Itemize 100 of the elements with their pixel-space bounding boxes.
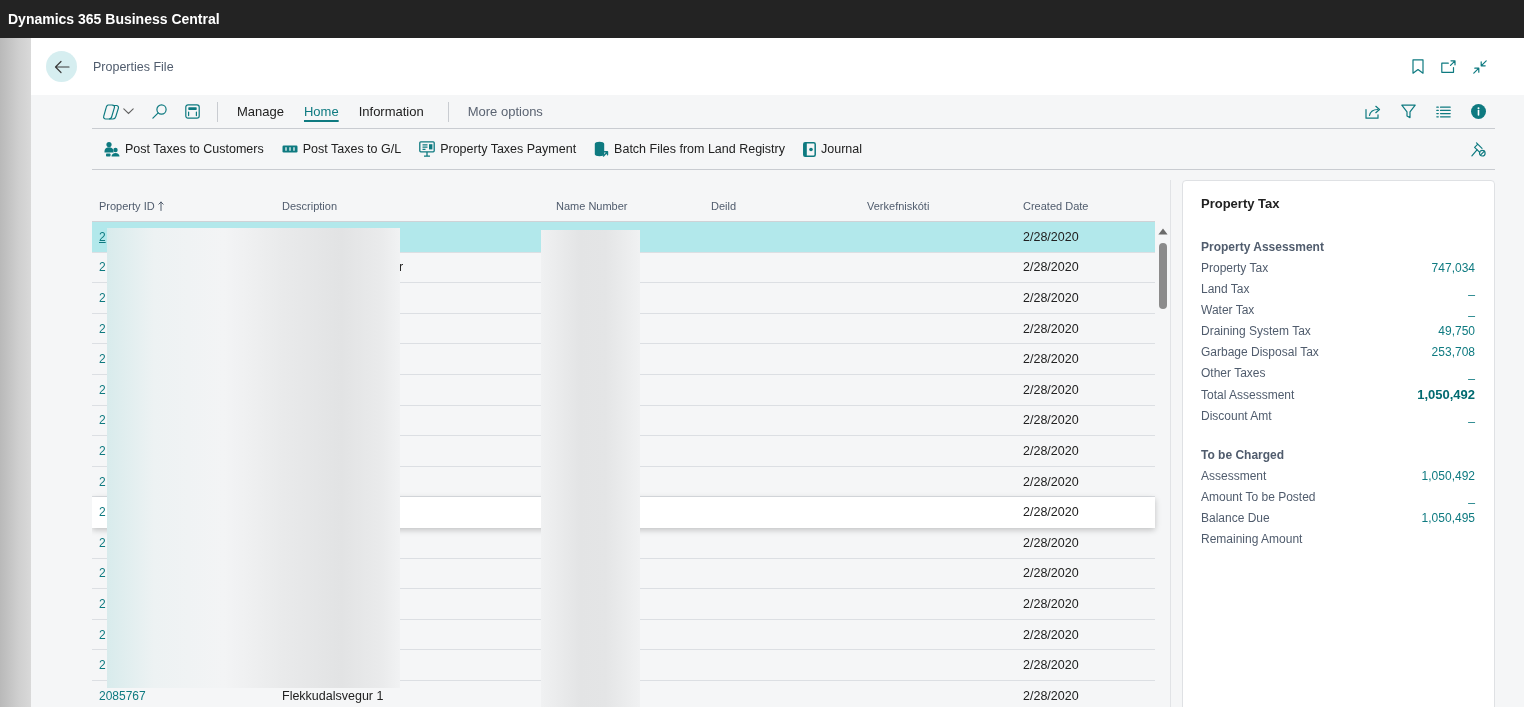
pin-icon bbox=[1471, 141, 1486, 157]
column-header[interactable]: Verkefniskóti bbox=[867, 199, 930, 212]
date-text: 2/28/2020 bbox=[1023, 413, 1079, 428]
property-id-link[interactable]: 2 bbox=[99, 627, 106, 642]
property-id-link[interactable]: 2 bbox=[99, 291, 106, 305]
section-heading: Property Assessment bbox=[1201, 239, 1325, 256]
monitor-icon bbox=[419, 141, 436, 157]
filter-icon bbox=[1401, 104, 1416, 119]
list-icon bbox=[1436, 105, 1451, 118]
bookmark-button[interactable] bbox=[1409, 56, 1427, 77]
field-label: Property Tax bbox=[1201, 260, 1269, 277]
field-value[interactable]: 747,034 bbox=[1431, 258, 1475, 279]
field-value[interactable]: 253,708 bbox=[1431, 342, 1475, 363]
chevron-down-icon bbox=[123, 108, 134, 115]
date-text: 2/28/2020 bbox=[1023, 443, 1079, 458]
popout-icon bbox=[1441, 60, 1456, 73]
date-text: 2/28/2020 bbox=[1023, 688, 1079, 703]
striped-bar-icon bbox=[281, 145, 298, 153]
search-icon bbox=[152, 104, 167, 119]
date-text: 2/28/2020 bbox=[1023, 321, 1079, 336]
date-text: 2/28/2020 bbox=[1023, 658, 1079, 673]
date-text: 2/28/2020 bbox=[1023, 382, 1079, 397]
more-options-button[interactable]: More options bbox=[457, 100, 553, 123]
column-header[interactable]: Description bbox=[282, 199, 338, 212]
field-label: Assessment bbox=[1201, 468, 1267, 485]
property-id-link[interactable]: 2 bbox=[99, 535, 106, 550]
arrow-left-icon bbox=[53, 59, 70, 74]
property-id-link[interactable]: 2 bbox=[99, 352, 106, 367]
menu-tab[interactable]: Manage bbox=[227, 100, 294, 123]
field-label: Land Tax bbox=[1201, 281, 1250, 298]
action-button[interactable]: Journal bbox=[801, 137, 864, 161]
layout-button[interactable] bbox=[182, 101, 203, 122]
field-value[interactable]: 1,050,495 bbox=[1421, 508, 1475, 529]
menu-tab[interactable]: Home bbox=[294, 100, 349, 123]
bookmark-icon bbox=[1412, 59, 1424, 74]
share-icon bbox=[1365, 104, 1381, 119]
property-id-link[interactable]: 2 bbox=[99, 505, 106, 520]
field-value[interactable]: 1,050,492 bbox=[1421, 466, 1475, 487]
field-value[interactable]: 1,050,492 bbox=[1417, 384, 1475, 405]
date-text: 2/28/2020 bbox=[1023, 535, 1079, 550]
section-heading: To be Charged bbox=[1201, 447, 1286, 464]
date-text: 2/28/2020 bbox=[1023, 505, 1079, 520]
field-value[interactable]: _ bbox=[1468, 279, 1475, 300]
field-label: Remaining Amount bbox=[1201, 531, 1303, 548]
info-icon bbox=[1471, 104, 1486, 119]
description-text: Flekkudalsvegur 1 bbox=[282, 688, 384, 703]
layout-icon bbox=[185, 104, 200, 119]
date-text: 2/28/2020 bbox=[1023, 260, 1079, 275]
property-id-link[interactable]: 2 bbox=[99, 596, 106, 611]
action-button[interactable]: Post Taxes to G/L bbox=[279, 138, 404, 160]
scroll-up-icon bbox=[1157, 228, 1168, 235]
property-id-link[interactable]: 2 bbox=[99, 566, 106, 581]
people-icon bbox=[104, 141, 120, 157]
field-value[interactable]: _ bbox=[1468, 406, 1475, 427]
field-label: Water Tax bbox=[1201, 302, 1255, 319]
action-button[interactable]: Batch Files from Land Registry bbox=[592, 137, 787, 161]
property-id-link[interactable]: 2 bbox=[99, 474, 106, 489]
property-id-link[interactable]: 2 bbox=[99, 443, 106, 458]
scrollbar-thumb[interactable] bbox=[1158, 243, 1167, 309]
book-icon bbox=[803, 141, 816, 157]
field-label: Garbage Disposal Tax bbox=[1201, 344, 1319, 361]
column-header[interactable]: Property ID bbox=[99, 199, 155, 212]
property-id-link[interactable]: 2 bbox=[99, 260, 106, 275]
date-text: 2/28/2020 bbox=[1023, 566, 1079, 581]
field-label: Amount To be Posted bbox=[1201, 489, 1316, 506]
action-button[interactable]: Property Taxes Payment bbox=[417, 137, 579, 161]
description-text: r bbox=[399, 260, 404, 275]
date-text: 2/28/2020 bbox=[1023, 291, 1079, 305]
date-text: 2/28/2020 bbox=[1023, 596, 1079, 611]
database-icon bbox=[594, 141, 610, 157]
column-header[interactable]: Name Number bbox=[556, 199, 628, 212]
app-title: Dynamics 365 Business Central bbox=[8, 11, 220, 27]
field-value[interactable]: _ bbox=[1468, 487, 1475, 508]
field-value[interactable]: _ bbox=[1468, 363, 1475, 384]
factbox-title: Property Tax bbox=[1201, 195, 1281, 213]
collapse-arrows-icon bbox=[1473, 59, 1487, 74]
popout-button[interactable] bbox=[1438, 57, 1459, 76]
property-id-link[interactable]: 2 bbox=[99, 413, 106, 428]
property-id-link[interactable]: 2 bbox=[99, 321, 106, 336]
column-header[interactable]: Created Date bbox=[1023, 199, 1089, 212]
action-button[interactable]: Post Taxes to Customers bbox=[102, 137, 266, 161]
field-label: Total Assessment bbox=[1201, 387, 1295, 404]
field-label: Draining System Tax bbox=[1201, 323, 1311, 340]
property-id-link[interactable]: 2 bbox=[99, 229, 106, 244]
date-text: 2/28/2020 bbox=[1023, 229, 1079, 244]
date-text: 2/28/2020 bbox=[1023, 352, 1079, 367]
property-id-link[interactable]: 2 bbox=[99, 658, 106, 673]
search-button[interactable] bbox=[149, 101, 170, 122]
info-button[interactable] bbox=[1468, 101, 1489, 122]
menu-tab[interactable]: Information bbox=[348, 100, 434, 123]
date-text: 2/28/2020 bbox=[1023, 474, 1079, 489]
column-header[interactable]: Deild bbox=[711, 199, 737, 212]
field-value[interactable]: _ bbox=[1468, 300, 1475, 321]
page-title: Properties File bbox=[93, 59, 174, 74]
field-value[interactable]: 49,750 bbox=[1438, 321, 1475, 342]
back-button[interactable] bbox=[46, 51, 77, 82]
property-id-link[interactable]: 2085767 bbox=[99, 688, 146, 703]
date-text: 2/28/2020 bbox=[1023, 627, 1079, 642]
field-label: Balance Due bbox=[1201, 510, 1270, 527]
property-id-link[interactable]: 2 bbox=[99, 382, 106, 397]
